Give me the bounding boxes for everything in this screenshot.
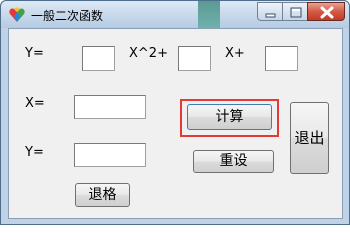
close-button[interactable] — [307, 2, 345, 21]
minimize-icon — [265, 13, 276, 18]
reset-button[interactable]: 重设 — [193, 150, 274, 173]
client-area: Y= X^2+ X+ X= Y= 计算 重设 退出 退格 — [8, 28, 343, 219]
coef-b-input[interactable] — [178, 46, 211, 71]
app-heart-icon — [9, 7, 25, 22]
window-title: 一般二次函数 — [31, 9, 104, 23]
coef-a-input[interactable] — [82, 46, 115, 71]
exit-button[interactable]: 退出 — [290, 102, 329, 174]
label-x-equals: X= — [25, 96, 45, 111]
y-result-field[interactable] — [74, 143, 146, 167]
backspace-button[interactable]: 退格 — [75, 183, 130, 207]
minimize-button[interactable] — [257, 2, 283, 21]
title-bar[interactable]: 一般二次函数 — [1, 1, 349, 28]
x-value-input[interactable] — [74, 95, 146, 119]
label-x-plus: X+ — [225, 46, 245, 61]
label-y-result: Y= — [25, 145, 44, 160]
maximize-button[interactable] — [282, 2, 308, 21]
label-y-equals: Y= — [25, 46, 44, 61]
coef-c-input[interactable] — [265, 46, 298, 71]
close-icon — [320, 6, 334, 19]
label-x-squared-plus: X^2+ — [129, 46, 168, 61]
calculate-button[interactable]: 计算 — [187, 104, 272, 130]
app-window: 一般二次函数 Y= X^2+ X+ X= Y= 计算 重设 退出 退格 — [0, 0, 350, 225]
background-window-strip — [198, 1, 220, 28]
maximize-icon — [290, 7, 302, 18]
